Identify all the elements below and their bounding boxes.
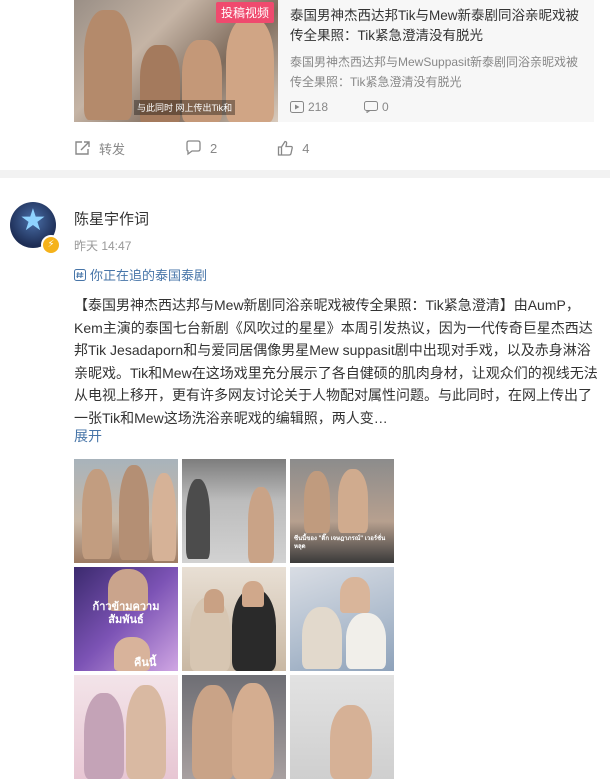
photo-1[interactable] bbox=[74, 459, 178, 563]
repost-subtitle: 泰国男神杰西达邦与MewSuppasit新泰剧同浴亲昵戏被传全果照：Tik紧急澄… bbox=[290, 55, 579, 89]
photo-7[interactable] bbox=[74, 675, 178, 779]
photo-6[interactable] bbox=[290, 567, 394, 671]
star-avatar-icon: ★ bbox=[19, 204, 47, 237]
like-count: 4 bbox=[302, 140, 310, 156]
comment-bubble-icon bbox=[364, 101, 378, 113]
topic-icon bbox=[74, 268, 86, 281]
thumbnail-caption: 与此同时 网上传出Tik和 bbox=[134, 100, 236, 115]
photo-8[interactable] bbox=[182, 675, 286, 779]
photo-3[interactable]: ซีนนี้ของ "ติ๊ก เจษฎาภรณ์" เวอร์ชั่นหลุด bbox=[290, 459, 394, 563]
repost-card: 投稿视频 与此同时 网上传出Tik和 泰国男神杰西达邦Tik与Mew新泰剧同浴亲… bbox=[0, 0, 610, 170]
post-timestamp[interactable]: 昨天 14:47 bbox=[74, 237, 131, 254]
photo-9[interactable] bbox=[290, 675, 394, 779]
action-bar: 转发 2 4 bbox=[74, 138, 369, 158]
photo-4[interactable]: ก้าวข้ามความสัมพันธ์ คืนนี้ bbox=[74, 567, 178, 671]
repost-button[interactable]: 转发 bbox=[74, 138, 125, 158]
verified-badge-icon: ⚡ bbox=[41, 235, 61, 255]
feed-separator bbox=[0, 170, 610, 178]
comment-count-stat: 0 bbox=[364, 100, 389, 114]
play-icon bbox=[290, 101, 304, 113]
view-count: 218 bbox=[308, 100, 329, 114]
topic-link[interactable]: 你正在追的泰国泰剧 bbox=[74, 265, 207, 284]
comment-button[interactable]: 2 bbox=[185, 138, 217, 158]
repost-label: 转发 bbox=[99, 141, 126, 157]
username[interactable]: 陈星宇作词 bbox=[74, 208, 149, 229]
photo-2[interactable] bbox=[182, 459, 286, 563]
repost-icon bbox=[74, 140, 91, 156]
like-button[interactable]: 4 bbox=[277, 138, 309, 158]
repost-title[interactable]: 泰国男神杰西达邦Tik与Mew新泰剧同浴亲昵戏被传全果照：Tik紧急澄清没有脱光 bbox=[290, 6, 586, 46]
photo-5[interactable] bbox=[182, 567, 286, 671]
repost-video-thumbnail[interactable]: 投稿视频 与此同时 网上传出Tik和 bbox=[74, 0, 278, 122]
video-tag-badge: 投稿视频 bbox=[215, 2, 274, 23]
comment-icon bbox=[185, 140, 202, 156]
like-icon bbox=[277, 140, 294, 156]
repost-box[interactable]: 投稿视频 与此同时 网上传出Tik和 泰国男神杰西达邦Tik与Mew新泰剧同浴亲… bbox=[74, 0, 594, 122]
photo-4-title: ก้าวข้ามความสัมพันธ์ bbox=[92, 601, 160, 626]
post-text: 【泰国男神杰西达邦与Mew新剧同浴亲昵戏被传全果照：Tik紧急澄清】由AumP，… bbox=[74, 297, 598, 426]
view-count-stat: 218 bbox=[290, 100, 328, 114]
expand-link[interactable]: 展开 bbox=[74, 426, 102, 446]
comment-count: 2 bbox=[210, 140, 218, 156]
photo-4-subtitle: คืนนี้ bbox=[134, 657, 157, 669]
photo-3-caption: ซีนนี้ของ "ติ๊ก เจษฎาภรณ์" เวอร์ชั่นหลุด bbox=[294, 536, 386, 550]
topic-label: 你正在追的泰国泰剧 bbox=[90, 268, 208, 283]
repost-comment-count: 0 bbox=[382, 100, 389, 114]
